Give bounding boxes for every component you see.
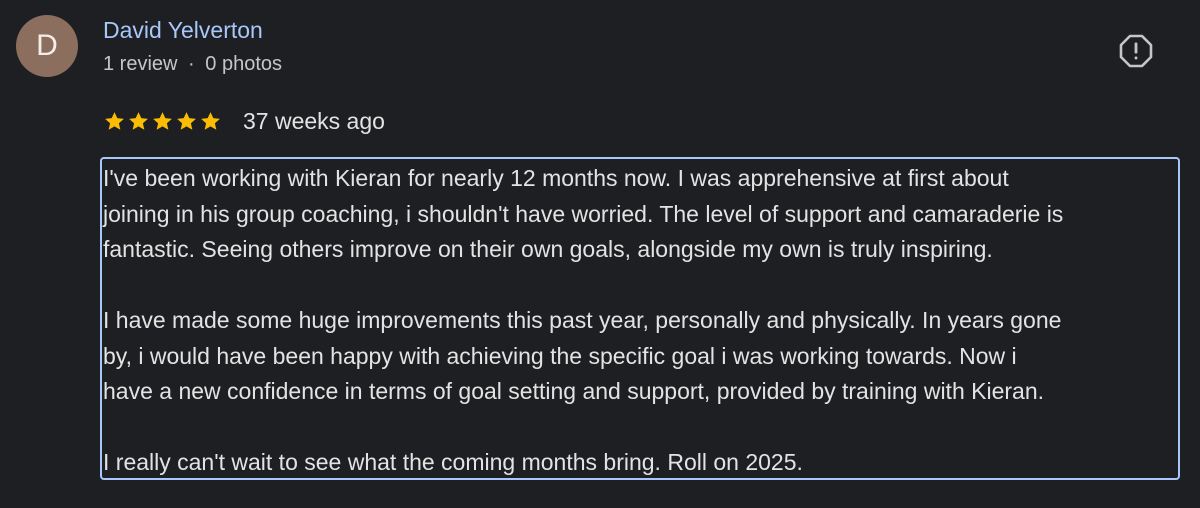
review-line: I've been working with Kieran for nearly… [103, 165, 1009, 191]
review-count: 1 review [103, 53, 178, 75]
star-icon [105, 112, 124, 130]
review-line: I have made some huge improvements this … [103, 307, 1062, 333]
meta-separator: · [188, 53, 195, 75]
photo-count: 0 photos [205, 53, 283, 75]
star-icon [129, 112, 148, 130]
star-rating [103, 110, 222, 133]
rating-row: 37 weeks ago [103, 108, 385, 135]
review-card: D David Yelverton 1 review · 0 photos 37… [0, 0, 1200, 508]
reviewer-meta: 1 review · 0 photos [103, 53, 282, 76]
star-icon [177, 112, 196, 130]
review-date: 37 weeks ago [243, 108, 385, 134]
report-button[interactable] [1118, 33, 1154, 69]
review-line: I really can't wait to see what the comi… [103, 449, 803, 475]
review-line: fantastic. Seeing others improve on thei… [103, 236, 993, 262]
review-line: joining in his group coaching, i shouldn… [103, 200, 1064, 227]
avatar-initial: D [36, 29, 58, 62]
star-icon [201, 112, 220, 130]
star-icon [153, 112, 172, 130]
avatar[interactable]: D [16, 15, 78, 77]
review-line: by, i would have been happy with achievi… [103, 342, 1017, 369]
review-line: have a new confidence in terms of goal s… [103, 378, 1045, 404]
review-text[interactable]: I've been working with Kieran for nearly… [100, 157, 1180, 480]
reviewer-name[interactable]: David Yelverton [103, 17, 263, 44]
alert-octagon-icon [1119, 34, 1153, 68]
